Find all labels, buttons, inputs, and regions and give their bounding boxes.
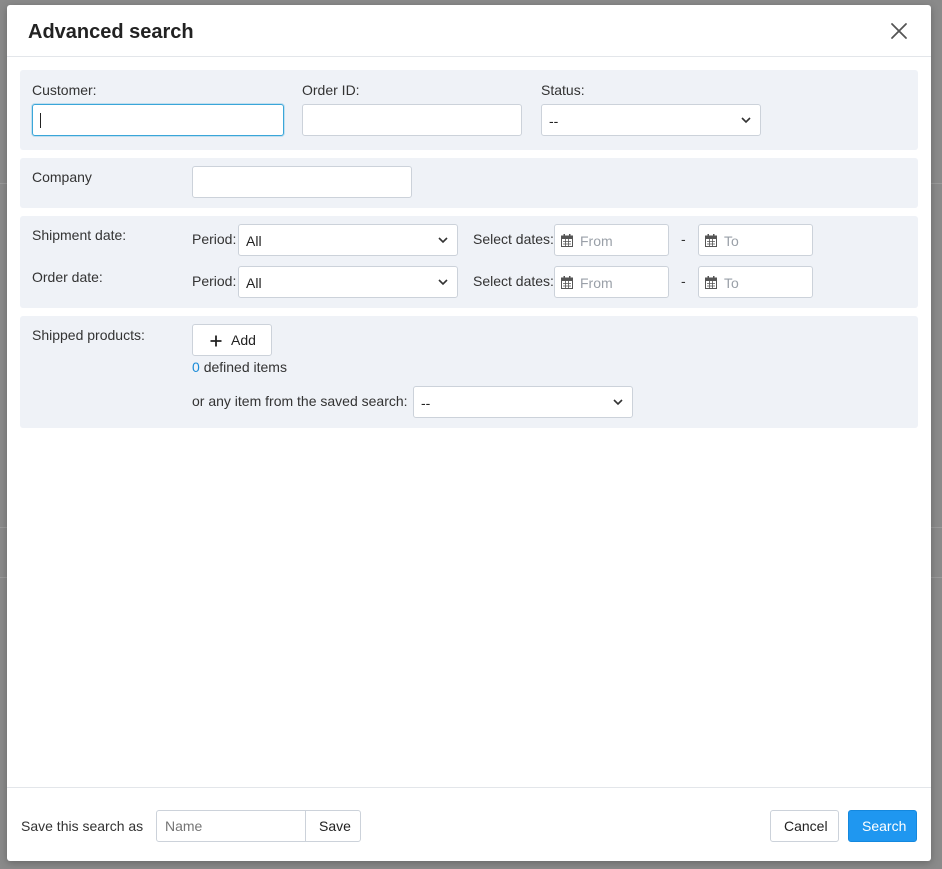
company-input[interactable] xyxy=(192,166,412,198)
company-label: Company xyxy=(32,169,92,185)
customer-input[interactable] xyxy=(32,104,284,136)
cancel-button[interactable]: Cancel xyxy=(770,810,839,842)
basic-filters-panel: Customer: Order ID: Status: -- xyxy=(20,70,918,150)
order-id-input[interactable] xyxy=(302,104,522,136)
order-period-select[interactable]: All xyxy=(238,266,458,298)
cancel-label: Cancel xyxy=(784,818,828,834)
shipment-period-label: Period: xyxy=(192,231,237,247)
status-label: Status: xyxy=(541,82,585,98)
saved-search-label: or any item from the saved search: xyxy=(192,393,408,409)
order-select-dates-label: Select dates: xyxy=(473,273,554,289)
dialog-header: Advanced search xyxy=(7,5,931,57)
status-select-value: -- xyxy=(549,113,559,129)
dates-panel: Shipment date: Period: All Select dates:… xyxy=(20,216,918,308)
shipment-select-dates-label: Select dates: xyxy=(473,231,554,247)
calendar-icon xyxy=(705,276,717,289)
shipment-period-value: All xyxy=(246,233,262,249)
add-product-label: Add xyxy=(231,332,256,348)
add-product-button[interactable]: Add xyxy=(192,324,272,356)
chevron-down-icon xyxy=(741,117,751,124)
order-date-from-input[interactable]: From xyxy=(554,266,669,298)
saved-search-select[interactable]: -- xyxy=(413,386,633,418)
defined-items-count[interactable]: 0 xyxy=(192,359,200,375)
shipment-date-to-input[interactable]: To xyxy=(698,224,813,256)
to-placeholder: To xyxy=(724,275,739,291)
advanced-search-dialog: Advanced search Customer: Order ID: Stat… xyxy=(7,5,931,861)
order-period-label: Period: xyxy=(192,273,237,289)
search-label: Search xyxy=(862,818,907,834)
order-date-to-input[interactable]: To xyxy=(698,266,813,298)
chevron-down-icon xyxy=(438,237,448,244)
shipment-date-from-input[interactable]: From xyxy=(554,224,669,256)
chevron-down-icon xyxy=(613,399,623,406)
calendar-icon xyxy=(561,276,573,289)
order-date-label: Order date: xyxy=(32,269,103,285)
status-select[interactable]: -- xyxy=(541,104,761,136)
calendar-icon xyxy=(561,234,573,247)
saved-search-value: -- xyxy=(421,395,431,411)
save-search-button[interactable]: Save xyxy=(305,810,361,842)
chevron-down-icon xyxy=(438,279,448,286)
shipped-products-label: Shipped products: xyxy=(32,327,145,343)
save-search-as-label: Save this search as xyxy=(21,818,144,834)
date-range-separator: - xyxy=(681,231,686,247)
company-panel: Company xyxy=(20,158,918,208)
shipment-period-select[interactable]: All xyxy=(238,224,458,256)
date-range-separator: - xyxy=(681,273,686,289)
dialog-title: Advanced search xyxy=(28,21,194,43)
text-caret xyxy=(40,113,41,128)
from-placeholder: From xyxy=(580,233,613,249)
defined-items-suffix: defined items xyxy=(203,359,287,375)
save-search-label: Save xyxy=(319,818,351,834)
search-button[interactable]: Search xyxy=(848,810,917,842)
to-placeholder: To xyxy=(724,233,739,249)
shipped-products-panel: Shipped products: Add 0 defined items or… xyxy=(20,316,918,428)
order-id-label: Order ID: xyxy=(302,82,360,98)
defined-items-text: 0 defined items xyxy=(192,359,287,375)
close-icon[interactable] xyxy=(889,21,909,41)
calendar-icon xyxy=(705,234,717,247)
order-period-value: All xyxy=(246,275,262,291)
plus-icon xyxy=(210,335,222,347)
shipment-date-label: Shipment date: xyxy=(32,227,127,243)
customer-label: Customer: xyxy=(32,82,97,98)
dialog-footer: Save this search as Save Cancel Search xyxy=(7,787,931,861)
from-placeholder: From xyxy=(580,275,613,291)
search-name-input[interactable] xyxy=(156,810,306,842)
